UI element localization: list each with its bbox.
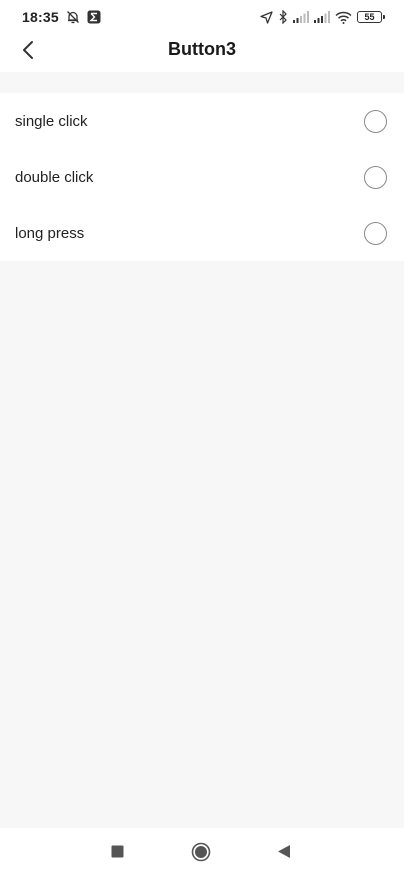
option-double-click[interactable]: double click <box>0 149 404 205</box>
radio-button[interactable] <box>364 165 387 189</box>
app-bar: Button3 <box>0 34 404 72</box>
status-left: 18:35 <box>22 9 101 25</box>
wifi-icon <box>335 11 352 24</box>
status-right: 55 <box>260 10 385 24</box>
signal-icon <box>293 11 309 23</box>
battery-level: 55 <box>364 11 375 22</box>
battery-icon: 55 <box>357 11 385 23</box>
app-notification-icon <box>87 10 101 24</box>
home-button[interactable] <box>190 842 212 866</box>
page-title: Button3 <box>168 39 236 59</box>
option-label: long press <box>15 224 85 242</box>
back-nav-button[interactable] <box>276 842 292 866</box>
circle-icon <box>191 842 211 867</box>
square-icon <box>111 845 124 863</box>
signal-icon <box>314 11 330 23</box>
navigation-bar <box>0 828 404 877</box>
triangle-back-icon <box>277 844 291 864</box>
options-list: single click double click long press <box>0 93 404 261</box>
option-long-press[interactable]: long press <box>0 205 404 261</box>
recents-button[interactable] <box>110 842 124 866</box>
status-time: 18:35 <box>22 9 59 25</box>
option-label: double click <box>15 168 94 186</box>
option-single-click[interactable]: single click <box>0 93 404 149</box>
radio-button[interactable] <box>364 109 387 133</box>
status-bar: 18:35 55 <box>0 0 404 34</box>
alarm-off-icon <box>66 10 80 24</box>
location-icon <box>260 10 273 24</box>
radio-button[interactable] <box>364 221 387 245</box>
bluetooth-icon <box>278 10 288 24</box>
option-label: single click <box>15 112 88 130</box>
